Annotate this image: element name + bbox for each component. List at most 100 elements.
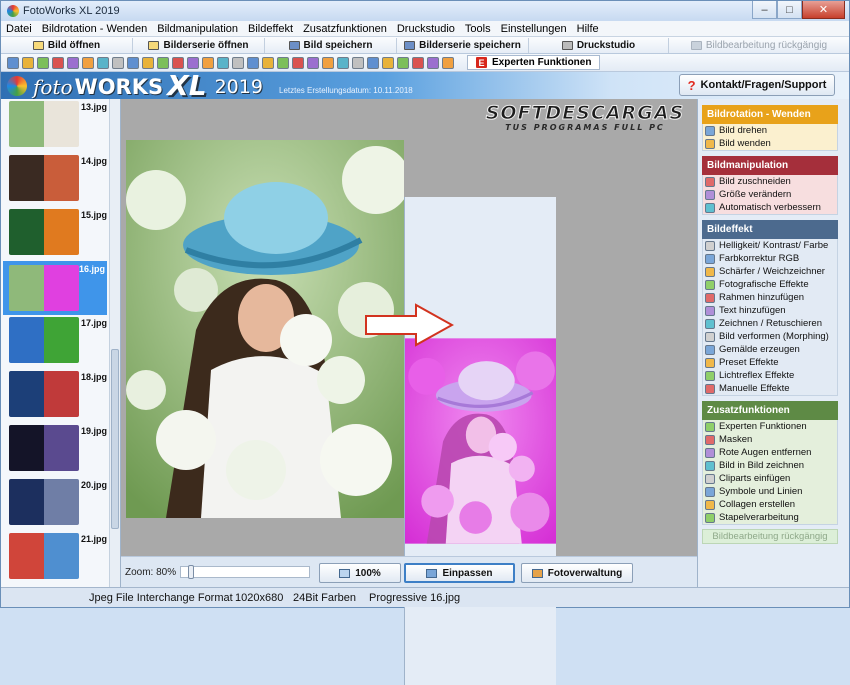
function-item[interactable]: Experten Funktionen — [703, 420, 837, 433]
menu-tools[interactable]: Tools — [460, 21, 496, 37]
tool-icon[interactable] — [247, 56, 259, 69]
thumbnail-item[interactable]: 21.jpg — [9, 533, 109, 582]
tool-icon[interactable] — [52, 56, 64, 69]
fit-button[interactable]: Einpassen — [404, 563, 515, 583]
close-button[interactable]: ✕ — [802, 1, 845, 19]
function-item[interactable]: Bild in Bild zeichnen — [703, 459, 837, 472]
thumbnail-item[interactable]: 17.jpg — [9, 317, 109, 366]
minimize-button[interactable]: – — [752, 1, 777, 19]
photo-manager-button[interactable]: Fotoverwaltung — [521, 563, 633, 583]
menu-datei[interactable]: Datei — [1, 21, 37, 37]
thumbnail-item[interactable]: 19.jpg — [9, 425, 109, 474]
tool-icon[interactable] — [22, 56, 34, 69]
tool-icon[interactable] — [292, 56, 304, 69]
tool-icon[interactable] — [37, 56, 49, 69]
tool-icon[interactable] — [262, 56, 274, 69]
print-studio-button[interactable]: Druckstudio — [529, 37, 669, 53]
function-item[interactable]: Rote Augen entfernen — [703, 446, 837, 459]
thumbnail-item[interactable]: 13.jpg — [9, 101, 109, 150]
function-item[interactable]: Fotografische Effekte — [703, 278, 837, 291]
tool-icon[interactable] — [127, 56, 139, 69]
function-item[interactable]: Bild verformen (Morphing) — [703, 330, 837, 343]
tool-icon[interactable] — [307, 56, 319, 69]
tool-icon[interactable] — [157, 56, 169, 69]
tool-icon[interactable] — [442, 56, 454, 69]
zoom-slider-handle[interactable] — [188, 565, 194, 579]
thumbnail-scrollbar[interactable] — [109, 99, 120, 587]
function-item[interactable]: Gemälde erzeugen — [703, 343, 837, 356]
tool-icon[interactable] — [382, 56, 394, 69]
function-item[interactable]: Cliparts einfügen — [703, 472, 837, 485]
tool-icon[interactable] — [67, 56, 79, 69]
function-item[interactable]: Bild zuschneiden — [703, 175, 837, 188]
tool-icon[interactable] — [397, 56, 409, 69]
tool-icon[interactable] — [82, 56, 94, 69]
function-item[interactable]: Helligkeit/ Kontrast/ Farbe — [703, 239, 837, 252]
tool-icon[interactable] — [367, 56, 379, 69]
tool-icon[interactable] — [172, 56, 184, 69]
scrollbar-thumb[interactable] — [111, 349, 119, 529]
zoom-slider[interactable] — [180, 565, 310, 579]
function-item[interactable]: Größe verändern — [703, 188, 837, 201]
function-item[interactable]: Zeichnen / Retuschieren — [703, 317, 837, 330]
tool-icon[interactable] — [142, 56, 154, 69]
function-item[interactable]: Symbole und Linien — [703, 485, 837, 498]
function-item[interactable]: Masken — [703, 433, 837, 446]
tool-icon[interactable] — [427, 56, 439, 69]
section-header[interactable]: Bildrotation - Wenden — [702, 105, 838, 124]
function-item[interactable]: Schärfer / Weichzeichner — [703, 265, 837, 278]
save-series-button[interactable]: Bilderserie speichern — [397, 37, 529, 53]
tool-icon[interactable] — [352, 56, 364, 69]
function-item[interactable]: Bild drehen — [703, 124, 837, 137]
tool-icon[interactable] — [217, 56, 229, 69]
menu-druckstudio[interactable]: Druckstudio — [392, 21, 460, 37]
open-image-button[interactable]: Bild öffnen — [1, 37, 133, 53]
expert-icon: E — [476, 57, 487, 68]
tool-icon[interactable] — [187, 56, 199, 69]
function-item[interactable]: Text hinzufügen — [703, 304, 837, 317]
undo-button[interactable]: Bildbearbeitung rückgängig — [669, 38, 849, 53]
thumbnail-item[interactable]: 20.jpg — [9, 479, 109, 528]
function-item[interactable]: Rahmen hinzufügen — [703, 291, 837, 304]
function-item[interactable]: Lichtreflex Effekte — [703, 369, 837, 382]
function-item[interactable]: Stapelverarbeitung — [703, 511, 837, 524]
maximize-button[interactable]: □ — [777, 1, 802, 19]
section-header[interactable]: Zusatzfunktionen — [702, 401, 838, 420]
thumbnail-label: 16.jpg — [79, 264, 106, 274]
menu-einstellungen[interactable]: Einstellungen — [496, 21, 572, 37]
thumbnail-item[interactable]: 16.jpg — [3, 261, 107, 315]
tool-icon[interactable] — [322, 56, 334, 69]
tool-icon[interactable] — [277, 56, 289, 69]
zoom-100-button[interactable]: 100% — [319, 563, 401, 583]
expert-functions-button[interactable]: E Experten Funktionen — [467, 55, 601, 70]
function-item[interactable]: Farbkorrektur RGB — [703, 252, 837, 265]
save-image-button[interactable]: Bild speichern — [265, 37, 397, 53]
section-header[interactable]: Bildeffekt — [702, 220, 838, 239]
function-label: Masken — [719, 434, 753, 445]
menu-bildeffekt[interactable]: Bildeffekt — [243, 21, 298, 37]
function-item[interactable]: Automatisch verbessern — [703, 201, 837, 214]
section-header[interactable]: Bildmanipulation — [702, 156, 838, 175]
support-button[interactable]: ? Kontakt/Fragen/Support — [679, 74, 835, 96]
function-item[interactable]: Preset Effekte — [703, 356, 837, 369]
menu-bildmanipulation[interactable]: Bildmanipulation — [152, 21, 243, 37]
function-item[interactable]: Bild wenden — [703, 137, 837, 150]
tool-icon[interactable] — [7, 56, 19, 69]
function-item[interactable]: Collagen erstellen — [703, 498, 837, 511]
menu-zusatzfunktionen[interactable]: Zusatzfunktionen — [298, 21, 392, 37]
function-item[interactable]: Manuelle Effekte — [703, 382, 837, 395]
thumbnail-item[interactable]: 14.jpg — [9, 155, 109, 204]
open-series-button[interactable]: Bilderserie öffnen — [133, 37, 265, 53]
tool-icon[interactable] — [202, 56, 214, 69]
tool-icon[interactable] — [412, 56, 424, 69]
tool-icon[interactable] — [97, 56, 109, 69]
tool-icon[interactable] — [337, 56, 349, 69]
menu-hilfe[interactable]: Hilfe — [572, 21, 604, 37]
thumbnail-item[interactable]: 15.jpg — [9, 209, 109, 258]
undo-panel-button[interactable]: Bildbearbeitung rückgängig — [702, 529, 838, 544]
tool-icon[interactable] — [112, 56, 124, 69]
function-label: Bild in Bild zeichnen — [719, 460, 805, 471]
menu-bildrotation[interactable]: Bildrotation - Wenden — [37, 21, 153, 37]
thumbnail-item[interactable]: 18.jpg — [9, 371, 109, 420]
tool-icon[interactable] — [232, 56, 244, 69]
